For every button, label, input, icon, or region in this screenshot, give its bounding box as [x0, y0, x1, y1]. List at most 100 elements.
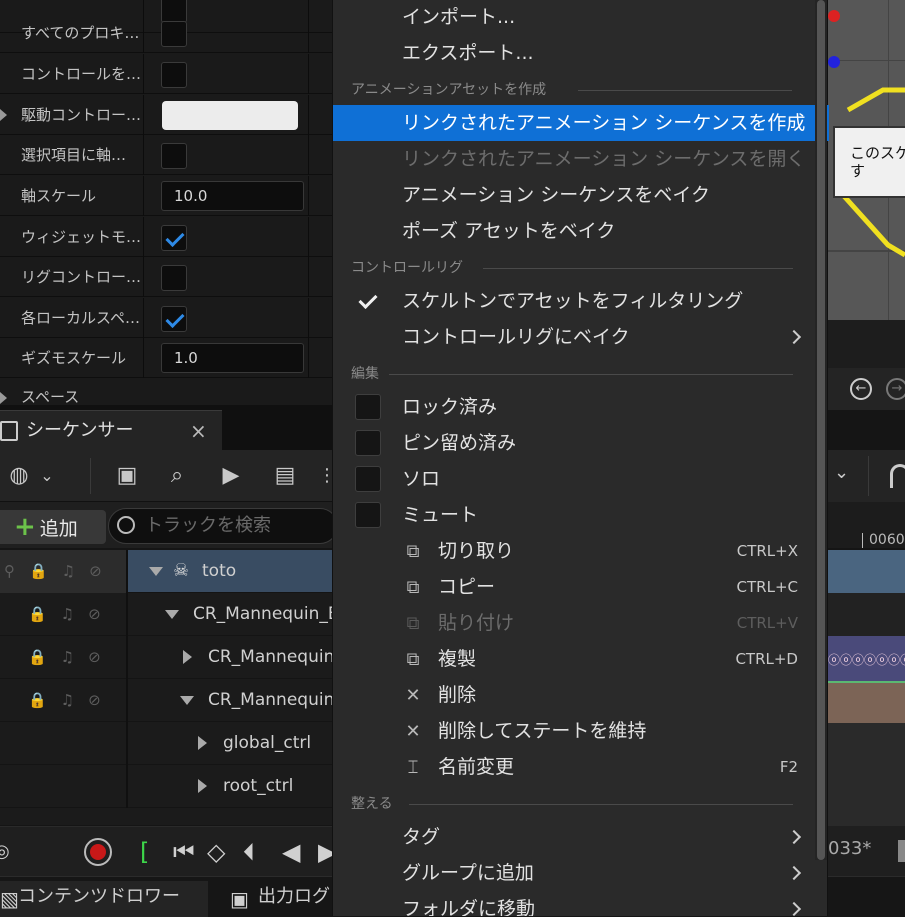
snap-icon[interactable] — [890, 464, 905, 488]
track-state-icons[interactable]: 🔒♫⊘ — [28, 648, 115, 666]
playback-options-icon[interactable]: ◎ — [0, 837, 10, 867]
details-row: 軸スケール 10.0 — [0, 176, 332, 216]
menu-item-delete-keep-state[interactable]: ✕ 削除してステートを維持 — [333, 713, 829, 749]
tooltip-text-line1: このスケ — [850, 144, 905, 162]
tooltip-text-line2: す — [850, 162, 866, 180]
menu-item-rename[interactable]: ⌶ 名前変更 F2 — [333, 749, 829, 785]
track-state-icons[interactable]: 🔒♫⊘ — [28, 691, 115, 709]
menu-item-paste[interactable]: ⧉ 貼り付け CTRL+V — [333, 605, 829, 641]
menu-item-copy[interactable]: ⧉ コピー CTRL+C — [333, 569, 829, 605]
track-row[interactable]: root_ctrl — [0, 765, 332, 808]
menu-item-filter-assets-by-skeleton[interactable]: スケルトンでアセットをフィルタリング — [333, 283, 829, 319]
menu-scrollbar-thumb[interactable] — [817, 0, 825, 860]
menu-checkbox[interactable] — [355, 394, 381, 420]
details-checkbox[interactable] — [161, 21, 187, 47]
menu-item-duplicate[interactable]: ⧉ 複製 CTRL+D — [333, 641, 829, 677]
timeline-track[interactable] — [828, 593, 905, 636]
track-state-icons[interactable]: ⚲🔒♫⊘ — [4, 562, 116, 580]
camera-icon[interactable]: ▶ — [214, 460, 248, 492]
menu-item-create-linked-anim-sequence[interactable]: リンクされたアニメーション シーケンスを作成 — [333, 105, 829, 141]
menu-item-label: 削除 — [438, 684, 477, 706]
plus-icon: + — [14, 512, 36, 542]
timeline-track[interactable] — [828, 550, 905, 593]
menu-item-label: リンクされたアニメーション シーケンスを作成 — [402, 112, 806, 134]
menu-item-locked[interactable]: ロック済み — [333, 389, 829, 425]
menu-shortcut: CTRL+C — [736, 578, 798, 596]
menu-item-bake-anim-sequence[interactable]: アニメーション シーケンスをベイク — [333, 177, 829, 213]
menu-item-add-to-group[interactable]: グループに追加 — [333, 855, 829, 891]
sequencer-track-tree: ⚲🔒♫⊘ ☠ toto 🔒♫⊘ CR_Mannequin_B 🔒♫⊘ CR_Ma… — [0, 550, 343, 825]
track-row[interactable]: 🔒♫⊘ CR_Mannequin_B — [0, 593, 340, 636]
track-state-icons[interactable]: 🔒♫⊘ — [28, 605, 115, 623]
current-frame[interactable]: 033* — [828, 838, 871, 859]
collapse-arrow-icon[interactable] — [180, 696, 194, 705]
play-reverse-icon[interactable]: ◀ — [282, 837, 300, 867]
browse-folder-icon[interactable]: ⌕ — [160, 460, 194, 492]
timeline-track[interactable]: ⓞⓞⓞⓞⓞⓞⓞⓞⓞ — [828, 636, 905, 681]
track-row[interactable]: ⚲🔒♫⊘ ☠ toto — [0, 550, 332, 593]
tab-output-log[interactable]: ▣ 出力ログ — [230, 881, 340, 917]
expand-arrow-icon[interactable] — [198, 736, 207, 750]
render-movie-icon[interactable]: ▤ — [268, 460, 302, 492]
menu-item-delete[interactable]: ✕ 削除 — [333, 677, 829, 713]
details-row-label: 駆動コントロー… — [21, 106, 142, 124]
output-log-label: 出力ログ — [258, 886, 330, 907]
previous-key-icon[interactable]: ◇ — [207, 837, 225, 867]
details-checkbox[interactable] — [161, 306, 187, 332]
details-checkbox[interactable] — [161, 225, 187, 251]
expand-arrow-icon[interactable] — [183, 650, 192, 664]
menu-item-mute[interactable]: ミュート — [333, 497, 829, 533]
record-button[interactable] — [84, 838, 112, 866]
expand-arrow-icon[interactable] — [0, 109, 7, 121]
menu-item-bake-pose-asset[interactable]: ポーズ アセットをベイク — [333, 213, 829, 249]
expand-arrow-icon[interactable] — [198, 779, 207, 793]
details-checkbox[interactable] — [161, 265, 187, 291]
collapse-arrow-icon[interactable] — [149, 567, 163, 576]
duplicate-icon: ⧉ — [406, 649, 420, 670]
gizmo-scale-field[interactable]: 1.0 — [161, 343, 304, 373]
menu-checkbox[interactable] — [355, 430, 381, 456]
axis-scale-field[interactable]: 10.0 — [161, 181, 304, 211]
tab-sequencer[interactable]: シーケンサー × — [0, 410, 222, 450]
jump-to-start-icon[interactable]: ⏮ — [173, 837, 195, 867]
track-row[interactable]: global_ctrl — [0, 722, 332, 765]
timeline-track[interactable] — [828, 681, 905, 723]
menu-scrollbar[interactable] — [815, 0, 827, 860]
track-row[interactable]: 🔒♫⊘ CR_Mannequin_ — [0, 679, 343, 722]
back-icon[interactable]: ← — [850, 378, 872, 400]
menu-item-move-to-folder[interactable]: フォルダに移動 — [333, 891, 829, 916]
menu-item-label: ソロ — [402, 468, 441, 490]
track-row[interactable]: 🔒♫⊘ CR_Mannequin_ — [0, 636, 343, 679]
tab-content-drawer[interactable]: ▧ コンテンツドロワー — [0, 881, 208, 917]
details-row-label: すべてのプロキ… — [21, 24, 140, 42]
chevron-down-icon[interactable]: ⌄ — [834, 462, 849, 483]
chevron-down-icon[interactable]: ⌄ — [30, 460, 64, 492]
forward-icon[interactable]: → — [886, 378, 905, 400]
menu-item-import[interactable]: インポート... — [333, 0, 829, 35]
details-checkbox[interactable] — [161, 143, 187, 169]
menu-item-pinned[interactable]: ピン留め済み — [333, 425, 829, 461]
menu-item-solo[interactable]: ソロ — [333, 461, 829, 497]
details-row: 各ローカルスペ… — [0, 298, 332, 338]
details-row: コントロールを… — [0, 54, 332, 94]
menu-item-open-linked-anim-sequence[interactable]: リンクされたアニメーション シーケンスを開く — [333, 141, 829, 177]
menu-item-export[interactable]: エクスポート... — [333, 35, 829, 71]
step-back-icon[interactable]: ⏴ — [243, 837, 255, 867]
collapse-arrow-icon[interactable] — [165, 610, 179, 619]
menu-item-bake-to-control-rig[interactable]: コントロールリグにベイク — [333, 319, 829, 355]
menu-item-tags[interactable]: タグ — [333, 819, 829, 855]
timeline-track[interactable] — [828, 723, 905, 826]
save-icon[interactable]: ▣ — [110, 460, 144, 492]
set-start-icon[interactable]: [ — [140, 837, 149, 867]
close-icon[interactable]: × — [190, 415, 207, 447]
details-checkbox[interactable] — [161, 62, 187, 88]
menu-checkbox[interactable] — [355, 288, 381, 314]
track-search-input[interactable]: トラックを検索 — [108, 508, 338, 544]
keyframe-icons[interactable]: ⓞⓞⓞⓞⓞⓞⓞⓞⓞ — [828, 651, 905, 668]
menu-item-cut[interactable]: ⧉ 切り取り CTRL+X — [333, 533, 829, 569]
menu-checkbox[interactable] — [355, 502, 381, 528]
add-track-button[interactable]: + 追加 — [0, 510, 106, 544]
menu-item-label: 切り取り — [438, 540, 515, 562]
color-swatch[interactable] — [162, 101, 298, 130]
menu-checkbox[interactable] — [355, 466, 381, 492]
